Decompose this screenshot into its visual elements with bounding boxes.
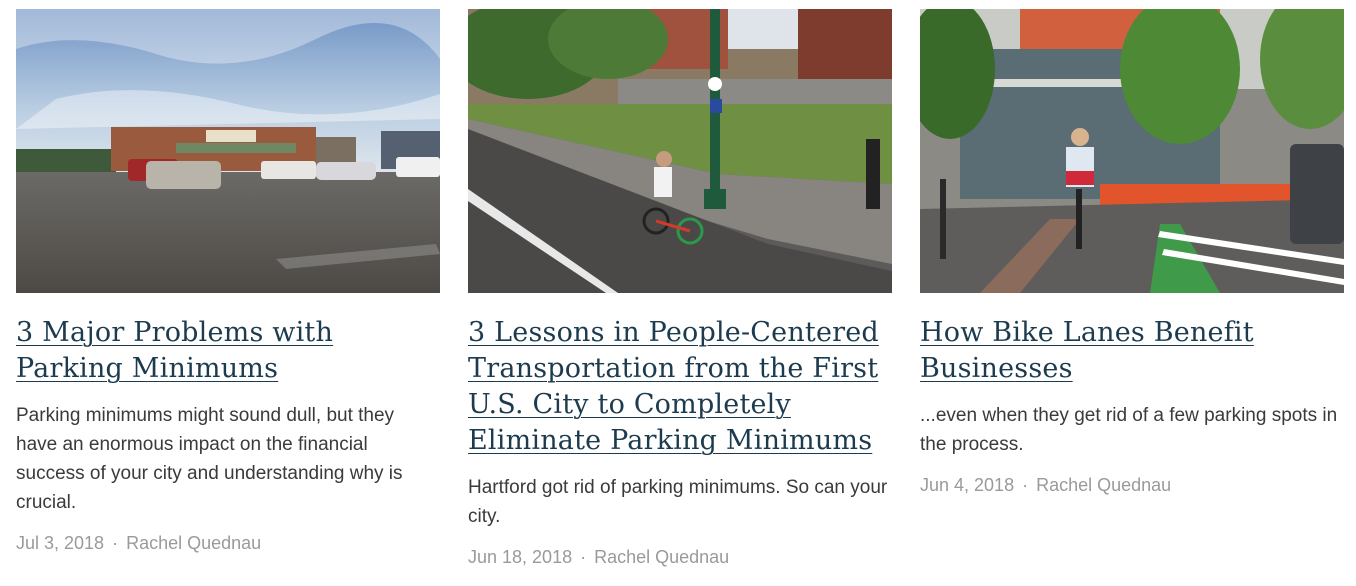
post-meta: Jun 4, 2018 · Rachel Quednau [920,473,1344,497]
post-date: Jun 4, 2018 [920,475,1015,495]
cyclist-street-image [468,9,892,293]
meta-separator: · [112,533,119,553]
post-excerpt: Parking minimums might sound dull, but t… [16,405,403,513]
post-title-link[interactable]: 3 Lessons in People-Centered Transportat… [468,315,892,459]
post-thumbnail-link[interactable] [468,9,892,293]
parking-lot-image [16,9,440,293]
post-excerpt: ...even when they get rid of a few parki… [920,405,1338,455]
post-thumbnail-link[interactable] [920,9,1344,293]
meta-separator: · [1022,475,1029,495]
bike-lane-image [920,9,1344,293]
post-author-link[interactable]: Rachel Quednau [126,533,261,553]
post-date: Jun 18, 2018 [468,547,573,567]
post-card: 3 Major Problems with Parking Minimums P… [16,9,440,569]
meta-separator: · [580,547,587,567]
post-card: 3 Lessons in People-Centered Transportat… [468,9,892,569]
post-meta: Jul 3, 2018 · Rachel Quednau [16,531,440,555]
post-date: Jul 3, 2018 [16,533,105,553]
post-thumbnail-link[interactable] [16,9,440,293]
post-title-link[interactable]: 3 Major Problems with Parking Minimums [16,315,440,387]
post-excerpt: Hartford got rid of parking minimums. So… [468,477,888,527]
post-card: How Bike Lanes Benefit Businesses ...eve… [920,9,1344,569]
post-author-link[interactable]: Rachel Quednau [1036,475,1171,495]
post-title-link[interactable]: How Bike Lanes Benefit Businesses [920,315,1344,387]
post-meta: Jun 18, 2018 · Rachel Quednau [468,545,892,569]
post-grid: 3 Major Problems with Parking Minimums P… [16,9,1344,569]
post-author-link[interactable]: Rachel Quednau [594,547,729,567]
